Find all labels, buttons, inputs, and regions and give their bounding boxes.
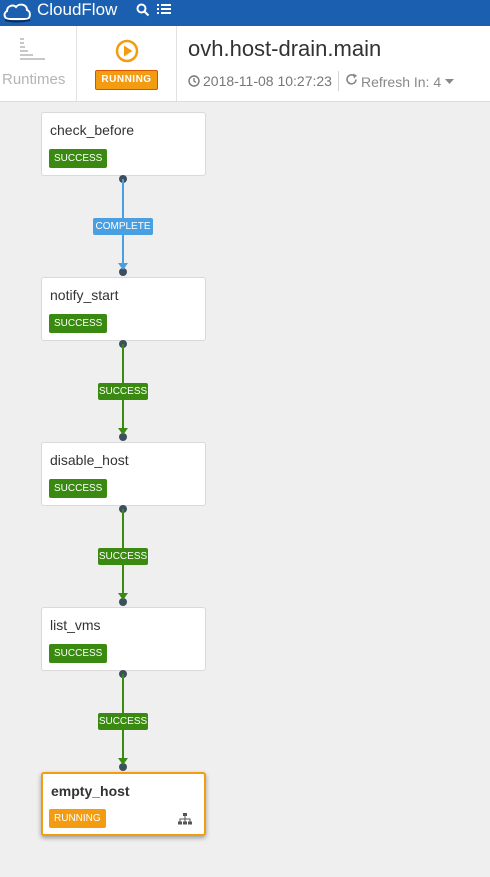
subworkflow-icon[interactable]	[178, 813, 192, 825]
task-status-badge: SUCCESS	[49, 644, 108, 663]
task-node-empty-host[interactable]: empty_host RUNNING	[41, 772, 206, 836]
status-panel: RUNNING	[77, 26, 177, 101]
task-name: notify_start	[50, 287, 119, 303]
task-status-badge: SUCCESS	[49, 479, 108, 498]
list-icon[interactable]	[157, 3, 171, 17]
transition-label[interactable]: SUCCESS	[98, 548, 148, 565]
task-name: list_vms	[50, 617, 101, 633]
top-bar: CloudFlow	[0, 0, 490, 26]
refresh-label: Refresh In: 4	[360, 73, 442, 90]
brand-name[interactable]: CloudFlow	[37, 0, 117, 20]
workflow-status-badge: RUNNING	[95, 70, 158, 90]
runtimes-label: Runtimes	[2, 71, 66, 88]
workflow-header: Runtimes RUNNING ovh.host-drain.main 201…	[0, 26, 490, 102]
runtimes-tab[interactable]: Runtimes	[0, 26, 77, 101]
workflow-timestamp: 2018-11-08 10:27:23	[203, 73, 332, 89]
transition-label[interactable]: COMPLETE	[93, 218, 153, 235]
caret-down-icon	[445, 78, 455, 84]
workflow-title: ovh.host-drain.main	[188, 36, 382, 61]
task-status-badge: SUCCESS	[49, 314, 108, 333]
meta-divider	[337, 71, 339, 91]
edge-arrow	[118, 593, 128, 600]
task-name: disable_host	[50, 452, 129, 468]
play-circle-icon	[115, 39, 139, 63]
clock-icon	[188, 75, 200, 87]
bar-chart-icon	[20, 38, 45, 60]
task-node-list-vms[interactable]: list_vms SUCCESS	[41, 607, 206, 671]
refresh-icon	[346, 73, 357, 85]
transition-label[interactable]: SUCCESS	[98, 383, 148, 400]
task-node-disable-host[interactable]: disable_host SUCCESS	[41, 442, 206, 506]
task-name: empty_host	[51, 783, 130, 799]
workflow-graph[interactable]: check_before SUCCESS COMPLETE notify_sta…	[0, 102, 490, 877]
task-name: check_before	[50, 122, 135, 138]
task-status-badge: SUCCESS	[49, 149, 108, 168]
task-node-check-before[interactable]: check_before SUCCESS	[41, 112, 206, 176]
edge-arrow	[118, 428, 128, 435]
cloud-logo-icon[interactable]	[2, 1, 32, 23]
refresh-dropdown[interactable]: Refresh In: 4	[345, 72, 455, 90]
task-status-badge: RUNNING	[49, 809, 106, 828]
task-node-notify-start[interactable]: notify_start SUCCESS	[41, 277, 206, 341]
edge-arrow	[118, 758, 128, 765]
search-icon[interactable]	[136, 3, 150, 17]
edge-arrow	[118, 263, 128, 270]
workflow-meta: 2018-11-08 10:27:23 Refresh In: 4	[188, 71, 455, 91]
transition-label[interactable]: SUCCESS	[98, 713, 148, 730]
